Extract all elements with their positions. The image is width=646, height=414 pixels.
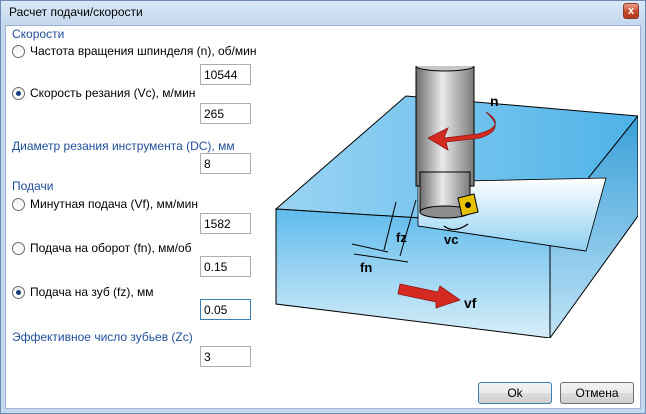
title-bar[interactable]: Расчет подачи/скорости x — [1, 1, 645, 25]
label-vc: vc — [444, 232, 458, 247]
rev-feed-radio[interactable] — [12, 241, 25, 255]
cancel-button[interactable]: Отмена — [560, 382, 634, 404]
minute-feed-input[interactable] — [200, 213, 251, 234]
spindle-speed-label: Частота вращения шпинделя (n), об/мин — [30, 44, 257, 58]
rev-feed-input[interactable] — [200, 256, 251, 277]
milling-illustration: n vc fz fn vf — [274, 66, 638, 338]
tooth-feed-radio[interactable] — [12, 285, 25, 299]
tool-shank — [415, 66, 475, 187]
minute-feed-radio[interactable] — [12, 197, 25, 211]
close-button[interactable]: x — [623, 3, 639, 19]
label-n: n — [490, 93, 499, 109]
ok-button[interactable]: Ok — [478, 382, 552, 404]
teeth-input[interactable] — [200, 346, 251, 367]
spindle-speed-radio[interactable] — [12, 44, 25, 58]
tooth-feed-label: Подача на зуб (fz), мм — [30, 285, 154, 299]
rev-feed-option[interactable]: Подача на оборот (fn), мм/об — [12, 241, 192, 255]
window-title: Расчет подачи/скорости — [9, 5, 143, 19]
tooth-feed-input[interactable] — [200, 299, 251, 320]
cutting-speed-option[interactable]: Скорость резания (Vc), м/мин — [12, 86, 195, 100]
dialog-content: Скорости Частота вращения шпинделя (n), … — [5, 25, 641, 409]
cutting-speed-label: Скорость резания (Vc), м/мин — [30, 86, 196, 100]
diameter-title: Диаметр резания инструмента (DC), мм — [12, 139, 235, 153]
label-fn: fn — [360, 260, 372, 275]
spindle-speed-option[interactable]: Частота вращения шпинделя (n), об/мин — [12, 44, 256, 58]
feeds-group-title: Подачи — [12, 179, 54, 193]
tooth-feed-option[interactable]: Подача на зуб (fz), мм — [12, 285, 154, 299]
label-vf: vf — [464, 295, 477, 311]
minute-feed-option[interactable]: Минутная подача (Vf), мм/мин — [12, 197, 198, 211]
diameter-input[interactable] — [200, 153, 251, 174]
minute-feed-label: Минутная подача (Vf), мм/мин — [30, 197, 198, 211]
feed-speed-dialog: Расчет подачи/скорости x Скорости Частот… — [0, 0, 646, 414]
spindle-speed-input[interactable] — [200, 64, 251, 85]
close-icon: x — [627, 5, 635, 17]
speeds-group-title: Скорости — [12, 27, 65, 41]
cutting-speed-input[interactable] — [200, 103, 251, 124]
cutting-speed-radio[interactable] — [12, 86, 25, 100]
label-fz: fz — [396, 230, 407, 245]
rev-feed-label: Подача на оборот (fn), мм/об — [30, 241, 192, 255]
teeth-title: Эффективное число зубьев (Zc) — [12, 330, 193, 344]
